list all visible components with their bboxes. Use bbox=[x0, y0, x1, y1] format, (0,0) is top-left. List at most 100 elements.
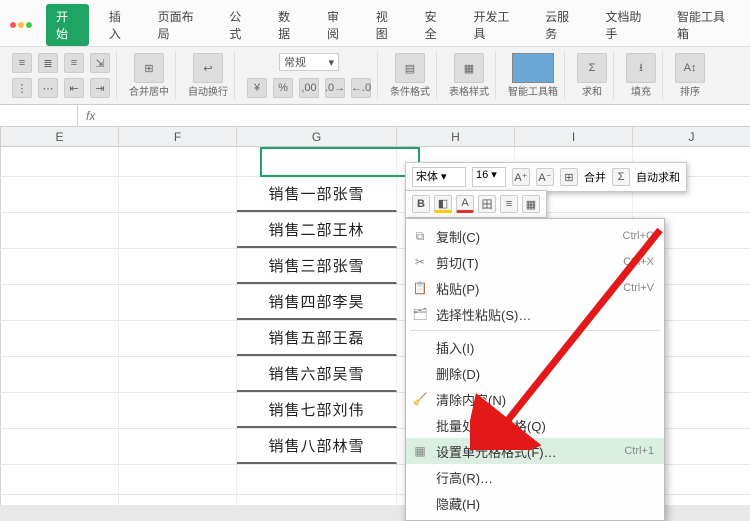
column-headers: E F G H I J K bbox=[0, 127, 750, 147]
cond-label: 条件格式 bbox=[390, 83, 430, 98]
align-center-icon[interactable]: ≣ bbox=[38, 53, 58, 73]
colhead-J[interactable]: J bbox=[633, 127, 750, 146]
mini-fill-color-icon[interactable]: ◧ bbox=[434, 195, 452, 213]
colhead-G[interactable]: G bbox=[237, 127, 397, 146]
ribbon-sum-group: Σ 求和 bbox=[571, 51, 614, 100]
paste-special-icon: 🗂 bbox=[412, 307, 428, 321]
mini-font-dec-icon[interactable]: A⁻ bbox=[536, 168, 554, 186]
valign-top-icon[interactable]: ⋮ bbox=[12, 78, 32, 98]
indent-inc-icon[interactable]: ⇥ bbox=[90, 78, 110, 98]
main-tabbar: 开始 插入 页面布局 公式 数据 审阅 视图 安全 开发工具 云服务 文档助手 … bbox=[0, 0, 750, 47]
tab-smart[interactable]: 智能工具箱 bbox=[671, 4, 740, 46]
ctx-delete[interactable]: 删除(D) bbox=[406, 360, 664, 386]
colhead-F[interactable]: F bbox=[119, 127, 237, 146]
fill-icon[interactable]: ⭳ bbox=[626, 53, 656, 83]
cell-g5[interactable]: 销售四部李昊 bbox=[237, 285, 397, 320]
ctx-format-cells[interactable]: ▦ 设置单元格格式(F)… Ctrl+1 bbox=[406, 438, 664, 464]
tab-security[interactable]: 安全 bbox=[419, 4, 454, 46]
ribbon: ≡ ≣ ≡ ⇲ ⋮ ⋯ ⇤ ⇥ ⊞ 合并居中 ↩ 自动换行 常规▾ bbox=[0, 47, 750, 105]
tab-formula[interactable]: 公式 bbox=[223, 4, 258, 46]
colhead-I[interactable]: I bbox=[515, 127, 633, 146]
mini-size-select[interactable]: 16 ▾ bbox=[472, 167, 506, 187]
merge-label: 合并居中 bbox=[129, 83, 169, 98]
mini-toolbar-row2: B ◧ A 田 ≡ ▦ bbox=[405, 190, 547, 218]
name-box[interactable] bbox=[0, 105, 78, 126]
ctx-paste-special[interactable]: 🗂 选择性粘贴(S)… bbox=[406, 301, 664, 327]
tablestyle-label: 表格样式 bbox=[449, 83, 489, 98]
sum-icon[interactable]: Σ bbox=[577, 53, 607, 83]
tab-start[interactable]: 开始 bbox=[46, 4, 89, 46]
cell-g2[interactable]: 销售一部张雪 bbox=[237, 177, 397, 212]
align-right-icon[interactable]: ≡ bbox=[64, 53, 84, 73]
mini-merge-label: 合并 bbox=[584, 169, 606, 185]
mini-format-icon[interactable]: ▦ bbox=[522, 195, 540, 213]
wrap-text-icon[interactable]: ↩ bbox=[193, 53, 223, 83]
percent-icon[interactable]: % bbox=[273, 78, 293, 98]
ribbon-fill-group: ⭳ 填充 bbox=[620, 51, 663, 100]
tab-layout[interactable]: 页面布局 bbox=[152, 4, 210, 46]
tab-review[interactable]: 审阅 bbox=[321, 4, 356, 46]
dec-dec-icon[interactable]: ←.0 bbox=[351, 78, 371, 98]
tab-pdf[interactable]: 文档助手 bbox=[599, 4, 657, 46]
cell-g8[interactable]: 销售七部刘伟 bbox=[237, 393, 397, 428]
mini-bold-icon[interactable]: B bbox=[412, 195, 430, 213]
mini-align-icon[interactable]: ≡ bbox=[500, 195, 518, 213]
orientation-icon[interactable]: ⇲ bbox=[90, 53, 110, 73]
mini-sum-icon[interactable]: Σ bbox=[612, 168, 630, 186]
sort-label: 排序 bbox=[680, 83, 700, 98]
ribbon-number-group: 常规▾ ¥ % ,00 .0→ ←.0 bbox=[241, 51, 378, 100]
ctx-row-height[interactable]: 行高(R)… bbox=[406, 464, 664, 490]
tab-insert[interactable]: 插入 bbox=[103, 4, 138, 46]
cell-g4[interactable]: 销售三部张雪 bbox=[237, 249, 397, 284]
cell-g6[interactable]: 销售五部王磊 bbox=[237, 321, 397, 356]
copy-icon: ⧉ bbox=[412, 229, 428, 244]
tab-data[interactable]: 数据 bbox=[272, 4, 307, 46]
ctx-batch[interactable]: 批量处理单元格(Q) bbox=[406, 412, 664, 438]
table-style-icon[interactable]: ▦ bbox=[454, 53, 484, 83]
dec-inc-icon[interactable]: .0→ bbox=[325, 78, 345, 98]
ribbon-align-group: ≡ ≣ ≡ ⇲ ⋮ ⋯ ⇤ ⇥ bbox=[6, 51, 117, 100]
number-format-value: 常规 bbox=[284, 54, 306, 70]
tab-view[interactable]: 视图 bbox=[370, 4, 405, 46]
fx-icon[interactable]: fx bbox=[78, 109, 103, 123]
formula-bar: fx bbox=[0, 105, 750, 127]
align-left-icon[interactable]: ≡ bbox=[12, 53, 32, 73]
comma-icon[interactable]: ,00 bbox=[299, 78, 319, 98]
wrap-label: 自动换行 bbox=[188, 83, 228, 98]
currency-icon[interactable]: ¥ bbox=[247, 78, 267, 98]
ribbon-wrap-group: ↩ 自动换行 bbox=[182, 51, 235, 100]
mini-font-inc-icon[interactable]: A⁺ bbox=[512, 168, 530, 186]
ctx-copy[interactable]: ⧉ 复制(C) Ctrl+C bbox=[406, 223, 664, 249]
merge-cells-icon[interactable]: ⊞ bbox=[134, 53, 164, 83]
format-cells-icon: ▦ bbox=[412, 444, 428, 458]
indent-dec-icon[interactable]: ⇤ bbox=[64, 78, 84, 98]
cell-g3[interactable]: 销售二部王林 bbox=[237, 213, 397, 248]
ctx-insert[interactable]: 插入(I) bbox=[406, 334, 664, 360]
mini-font-color-icon[interactable]: A bbox=[456, 195, 474, 213]
tab-dev[interactable]: 开发工具 bbox=[467, 4, 525, 46]
cell-g9[interactable]: 销售八部林雪 bbox=[237, 429, 397, 464]
ribbon-merge-group: ⊞ 合并居中 bbox=[123, 51, 176, 100]
ctx-clear[interactable]: 🧹 清除内容(N) bbox=[406, 386, 664, 412]
conditional-format-icon[interactable]: ▤ bbox=[395, 53, 425, 83]
tab-cloud[interactable]: 云服务 bbox=[539, 4, 585, 46]
smartbox-label: 智能工具箱 bbox=[508, 83, 558, 98]
valign-mid-icon[interactable]: ⋯ bbox=[38, 78, 58, 98]
smart-toolbox-button[interactable] bbox=[512, 53, 554, 83]
clear-icon: 🧹 bbox=[412, 392, 428, 406]
sort-icon[interactable]: A↕ bbox=[675, 53, 705, 83]
mini-font-select[interactable]: 宋体 ▾ bbox=[412, 167, 466, 187]
mini-border-icon[interactable]: 田 bbox=[478, 195, 496, 213]
ctx-cut[interactable]: ✂ 剪切(T) Ctrl+X bbox=[406, 249, 664, 275]
cut-icon: ✂ bbox=[412, 255, 428, 269]
colhead-E[interactable]: E bbox=[1, 127, 119, 146]
colhead-H[interactable]: H bbox=[397, 127, 515, 146]
mini-merge-icon[interactable]: ⊞ bbox=[560, 168, 578, 186]
mini-toolbar: 宋体 ▾ 16 ▾ A⁺ A⁻ ⊞ 合并 Σ 自动求和 bbox=[405, 162, 687, 192]
sum-label: 求和 bbox=[582, 83, 602, 98]
number-format-select[interactable]: 常规▾ bbox=[279, 53, 339, 71]
mini-autosum-label: 自动求和 bbox=[636, 169, 680, 185]
ctx-paste[interactable]: 📋 粘贴(P) Ctrl+V bbox=[406, 275, 664, 301]
cell-g7[interactable]: 销售六部吴雪 bbox=[237, 357, 397, 392]
ctx-hide[interactable]: 隐藏(H) bbox=[406, 490, 664, 516]
